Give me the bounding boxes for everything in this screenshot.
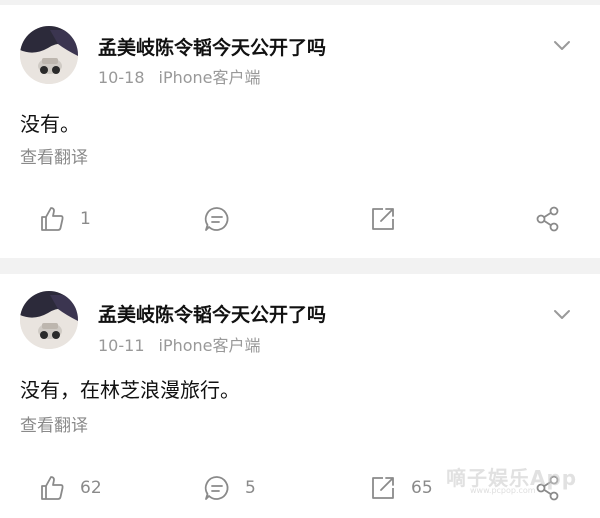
thumbs-up-icon xyxy=(41,476,64,500)
like-button[interactable]: 62 xyxy=(38,471,102,505)
repost-button[interactable]: 65 xyxy=(369,471,433,505)
post-date: 10-11 xyxy=(98,336,145,355)
post-separator xyxy=(0,258,600,274)
translate-link[interactable]: 查看翻译 xyxy=(20,143,88,168)
comment-icon xyxy=(204,207,229,231)
repost-icon xyxy=(372,477,394,499)
chevron-down-icon[interactable] xyxy=(550,33,574,57)
watermark-url: www.pcpop.com xyxy=(470,486,536,495)
post-content: 没有。 xyxy=(20,112,80,136)
comment-count: 5 xyxy=(245,478,256,498)
like-count: 1 xyxy=(80,209,91,229)
avatar[interactable] xyxy=(20,291,78,349)
share-icon xyxy=(536,206,559,232)
post-meta: 10-18 iPhone客户端 xyxy=(98,64,261,88)
comment-icon xyxy=(204,476,229,500)
repost-icon xyxy=(372,208,394,230)
avatar[interactable] xyxy=(20,26,78,84)
comment-button[interactable] xyxy=(203,202,245,236)
repost-count: 65 xyxy=(411,478,433,498)
post-meta: 10-11 iPhone客户端 xyxy=(98,332,261,356)
post-source: iPhone客户端 xyxy=(158,336,261,355)
username[interactable]: 孟美岐陈令韬今天公开了吗 xyxy=(98,33,326,60)
like-button[interactable]: 1 xyxy=(38,202,91,236)
post-date: 10-18 xyxy=(98,68,145,87)
weibo-post: 孟美岐陈令韬今天公开了吗 10-18 iPhone客户端 没有。 查看翻译 1 xyxy=(0,5,600,258)
share-button[interactable] xyxy=(534,202,562,236)
thumbs-up-icon xyxy=(41,207,64,231)
post-source: iPhone客户端 xyxy=(158,68,261,87)
username[interactable]: 孟美岐陈令韬今天公开了吗 xyxy=(98,300,326,327)
comment-button[interactable]: 5 xyxy=(203,471,256,505)
chevron-down-icon[interactable] xyxy=(550,302,574,326)
post-content: 没有，在林芝浪漫旅行。 xyxy=(20,378,240,402)
translate-link[interactable]: 查看翻译 xyxy=(20,411,88,436)
like-count: 62 xyxy=(80,478,102,498)
action-bar: 1 xyxy=(0,202,600,236)
repost-button[interactable] xyxy=(369,202,411,236)
